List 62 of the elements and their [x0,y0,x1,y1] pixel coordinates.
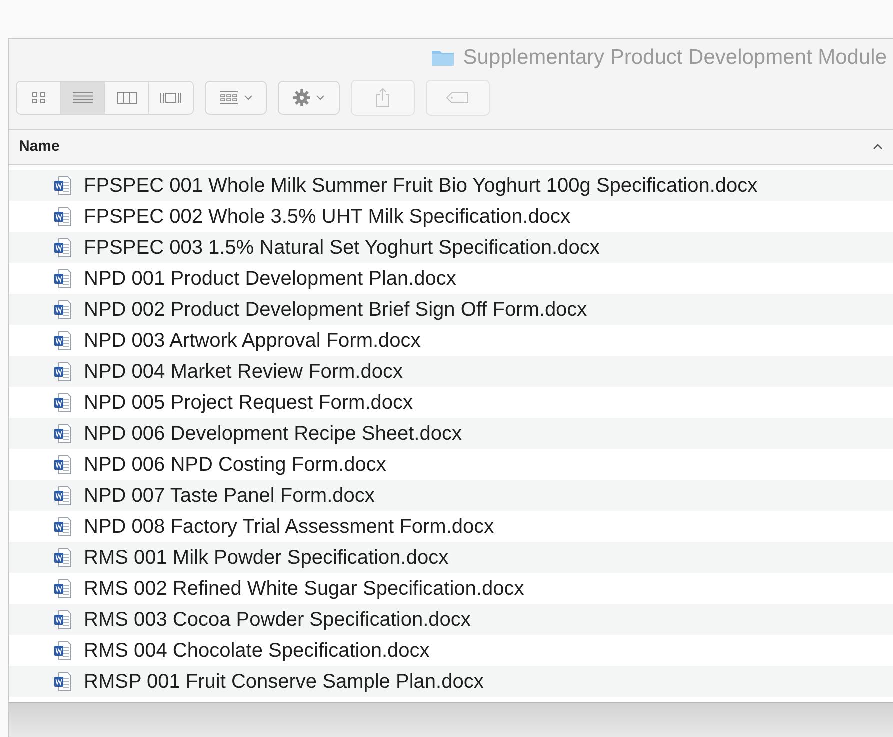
document-icon [54,640,72,660]
tag-button[interactable] [426,80,490,116]
file-name: FPSPEC 003 1.5% Natural Set Yoghurt Specification.docx [84,236,600,260]
grid-icon [32,92,46,104]
file-name: NPD 005 Project Request Form.docx [84,390,414,416]
file-name: RMSP 001 Fruit Conserve Sample Plan.docx [84,670,484,694]
tag-icon [446,92,470,104]
file-name: RMS 003 Cocoa Powder Specification.docx [84,608,471,632]
list-icon [72,92,92,104]
gear-icon [293,89,311,107]
file-name: NPD 008 Factory Trial Assessment Form.docx [84,514,494,540]
file-row[interactable]: RMS 003 Cocoa Powder Specification.docx [9,604,893,635]
file-row[interactable]: FPSPEC 003 1.5% Natural Set Yoghurt Specification.docx [9,232,893,263]
document-icon [54,672,72,692]
file-row[interactable]: NPD 004 Market Review Form.docx [9,356,893,387]
chevron-down-icon [244,95,253,101]
file-row[interactable]: NPD 002 Product Development Brief Sign Off Form.docx [9,294,893,325]
document-icon [54,300,72,320]
share-icon [375,88,391,108]
file-name: RMS 004 Chocolate Specification.docx [84,638,430,664]
document-icon [54,424,72,444]
chevron-down-icon [316,95,325,101]
arrange-icon [219,91,239,105]
file-name: NPD 006 NPD Costing Form.docx [84,452,386,478]
document-icon [54,610,72,630]
file-name: NPD 007 Taste Panel Form.docx [84,484,375,508]
file-name: FPSPEC 002 Whole 3.5% UHT Milk Specification.docx [84,204,570,230]
document-icon [54,206,72,226]
file-name: NPD 001 Product Development Plan.docx [84,266,456,292]
file-name: NPD 003 Artwork Approval Form.docx [84,328,421,354]
document-icon [54,392,72,412]
file-row[interactable]: RMS 001 Milk Powder Specification.docx [9,542,893,573]
folder-icon [431,49,456,67]
file-name: FPSPEC 001 Whole Milk Summer Fruit Bio Yoghurt 100g Specification.docx [84,174,758,198]
view-mode-button[interactable] [17,82,61,114]
file-name: NPD 002 Product Development Brief Sign Off Form.docx [84,298,588,322]
gallery-icon [160,92,182,104]
file-name: RMS 002 Refined White Sugar Specification.docx [84,576,524,602]
document-icon [54,516,72,536]
window-title: Supplementary Product Development Module [463,45,887,72]
file-name: NPD 004 Market Review Form.docx [84,360,403,384]
document-icon [54,238,72,258]
file-row[interactable]: RMSP 001 Fruit Conserve Sample Plan.docx [9,666,893,697]
file-row[interactable]: NPD 006 Development Recipe Sheet.docx [9,418,893,449]
document-icon [54,330,72,350]
document-icon [54,454,72,474]
document-icon [54,176,72,196]
file-name: RMS 001 Milk Powder Specification.docx [84,546,449,570]
columns-icon [116,92,136,104]
document-icon [54,486,72,506]
column-header[interactable]: Name [19,136,883,158]
file-name: NPD 006 Development Recipe Sheet.docx [84,422,462,446]
view-mode-button[interactable] [61,82,105,114]
document-icon [54,578,72,598]
document-icon [54,548,72,568]
action-button[interactable] [278,81,340,115]
file-row[interactable]: FPSPEC 001 Whole Milk Summer Fruit Bio Yoghurt 100g Specification.docx [9,170,893,201]
document-icon [54,268,72,288]
file-row[interactable]: NPD 007 Taste Panel Form.docx [9,480,893,511]
arrange-button[interactable] [205,81,267,115]
document-icon [54,362,72,382]
share-button[interactable] [351,80,415,116]
